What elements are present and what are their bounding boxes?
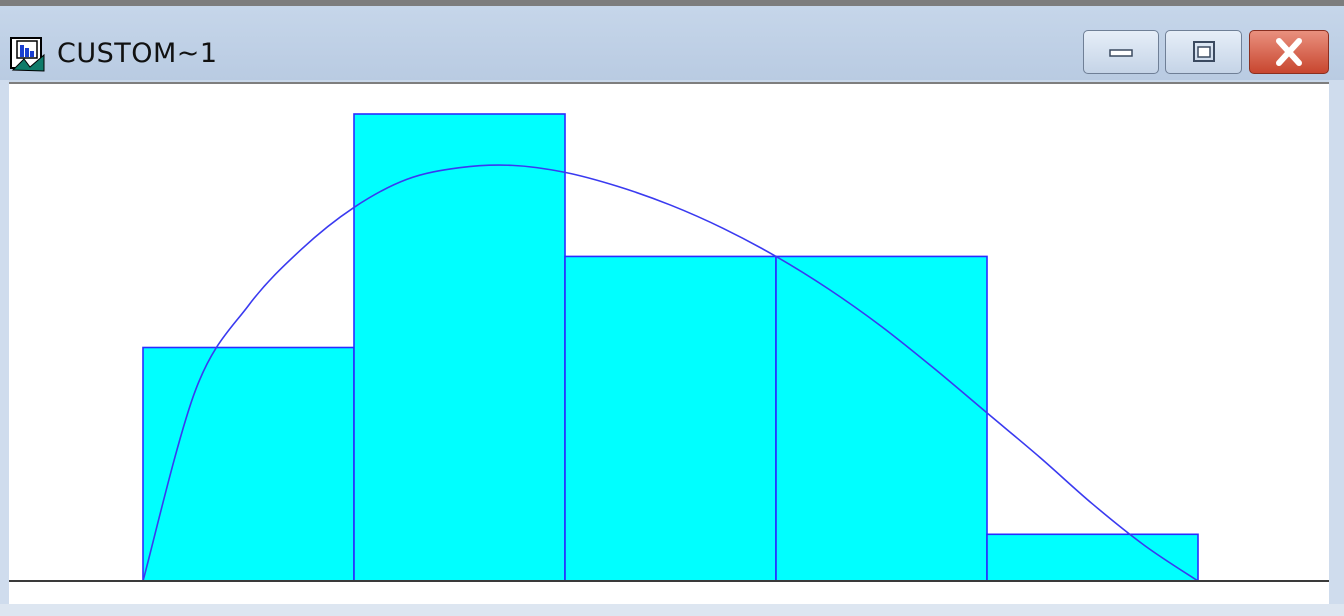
histogram-chart: [9, 113, 1329, 582]
histogram-bar: [564, 255, 777, 582]
histogram-bar: [775, 255, 988, 582]
histogram-bar: [142, 346, 355, 582]
bars-layer: [142, 113, 1199, 582]
histogram-bar: [986, 533, 1199, 582]
histogram-bar: [353, 113, 566, 582]
app-window: CUSTOM~1: [0, 0, 1344, 616]
